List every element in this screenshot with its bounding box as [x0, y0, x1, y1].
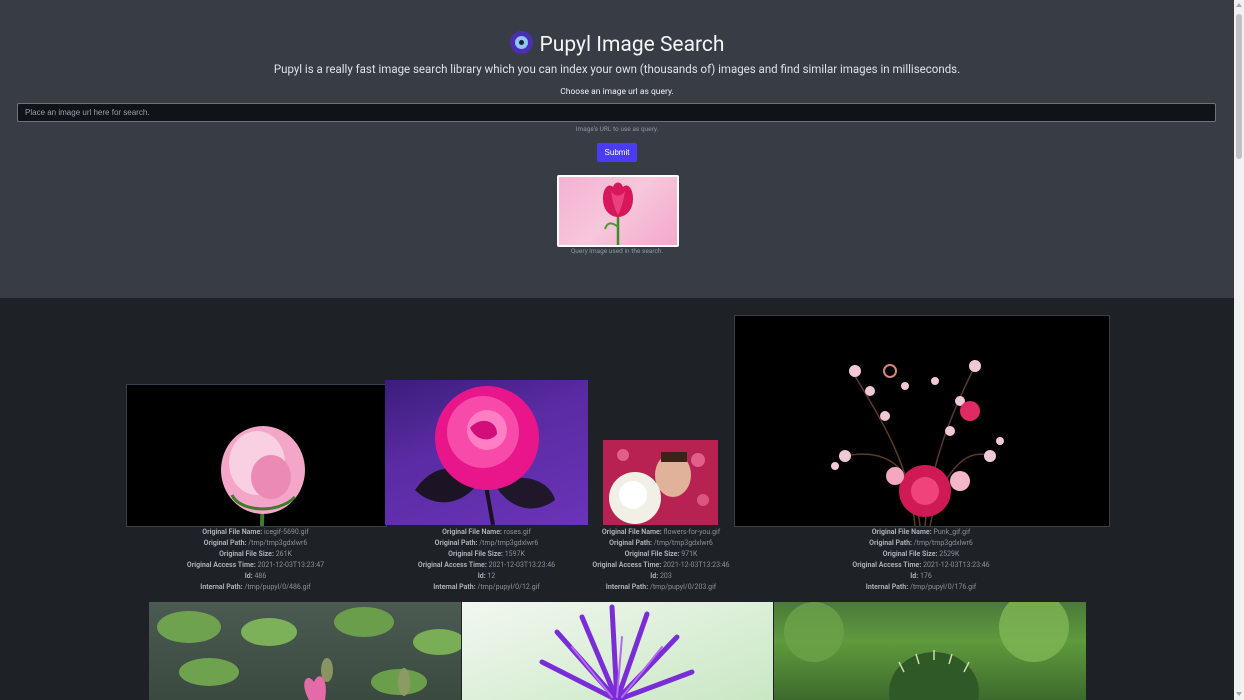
- result-metadata: Original File Name: Punk_gif.gif Origina…: [734, 527, 1108, 593]
- meta-file-name: Original File Name: roses.gif: [442, 528, 531, 536]
- meta-id: Id: 203: [650, 572, 672, 580]
- meta-internal-path: Internal Path: /tmp/pupyl/0/203.gif: [605, 583, 717, 591]
- meta-internal-path: Internal Path: /tmp/pupyl/0/486.gif: [200, 583, 311, 591]
- result-metadata: Original File Name: roses.gif Original P…: [385, 527, 588, 593]
- water-lily-image: [157, 607, 461, 700]
- result-image[interactable]: [462, 602, 773, 700]
- meta-path: Original Path: /tmp/tmp3gdxlwr6: [203, 539, 308, 547]
- tulip-image: [603, 182, 633, 245]
- eye-icon: [509, 31, 533, 54]
- meta-file-size: Original File Size: 1597K: [448, 550, 525, 558]
- meta-file-name: Original File Name: icegif-5690.gif: [202, 528, 309, 536]
- rose-image: [415, 386, 555, 525]
- meta-file-name: Original File Name: Punk_gif.gif: [871, 528, 971, 536]
- meta-path: Original Path: /tmp/tmp3gdxlwr6: [434, 539, 539, 547]
- meta-access-time: Original Access Time: 2021-12-03T13:23:4…: [186, 561, 325, 569]
- submit-button[interactable]: Submit: [597, 143, 637, 162]
- meta-internal-path: Internal Path: /tmp/pupyl/0/12.gif: [433, 583, 540, 591]
- scrollbar-thumb[interactable]: [1236, 14, 1242, 159]
- flower-bouquet-image: [831, 360, 1004, 526]
- meta-path: Original Path: /tmp/tmp3gdxlwr6: [869, 539, 973, 547]
- result-image[interactable]: [149, 602, 461, 700]
- image-url-input[interactable]: [17, 103, 1216, 122]
- result-image[interactable]: [603, 440, 718, 525]
- meta-path: Original Path: /tmp/tmp3gdxlwr6: [609, 539, 713, 547]
- meta-file-size: Original File Size: 2529K: [882, 550, 960, 558]
- meta-file-size: Original File Size: 261K: [219, 550, 292, 558]
- page-subtitle: Pupyl is a really fast image search libr…: [273, 62, 961, 76]
- result-image[interactable]: [385, 380, 588, 525]
- meta-id: Id: 12: [477, 572, 496, 580]
- result-metadata: Original File Name: icegif-5690.gif Orig…: [126, 527, 385, 593]
- page-title: Pupyl Image Search: [0, 31, 1234, 57]
- meta-file-name: Original File Name: flowers-for-you.gif: [601, 528, 721, 536]
- cactus-plant-image: [784, 602, 1069, 700]
- meta-id: Id: 176: [910, 572, 932, 580]
- query-image: [557, 175, 679, 247]
- meta-access-time: Original Access Time: 2021-12-03T13:23:4…: [417, 561, 556, 569]
- meta-internal-path: Internal Path: /tmp/pupyl/0/176.gif: [865, 583, 977, 591]
- peony-image: [221, 426, 305, 526]
- page-title-text: Pupyl Image Search: [539, 33, 725, 57]
- meta-id: Id: 486: [244, 572, 267, 580]
- result-image[interactable]: [126, 384, 387, 527]
- result-image[interactable]: [774, 602, 1086, 700]
- result-metadata: Original File Name: flowers-for-you.gif …: [588, 527, 734, 593]
- flowers-portrait-image: [603, 440, 718, 525]
- meta-file-size: Original File Size: 971K: [624, 550, 698, 558]
- purple-flower-image: [539, 604, 695, 700]
- meta-access-time: Original Access Time: 2021-12-03T13:23:4…: [852, 561, 990, 569]
- scroll-down-arrow-icon[interactable]: [1236, 692, 1242, 696]
- choose-label: Choose an image url as query.: [560, 87, 674, 97]
- query-caption: Query image used in the search.: [570, 247, 664, 255]
- meta-access-time: Original Access Time: 2021-12-03T13:23:4…: [592, 561, 730, 569]
- result-image[interactable]: [734, 315, 1110, 527]
- input-hint: Image's URL to use as query.: [575, 125, 659, 133]
- scroll-up-arrow-icon[interactable]: [1236, 3, 1242, 7]
